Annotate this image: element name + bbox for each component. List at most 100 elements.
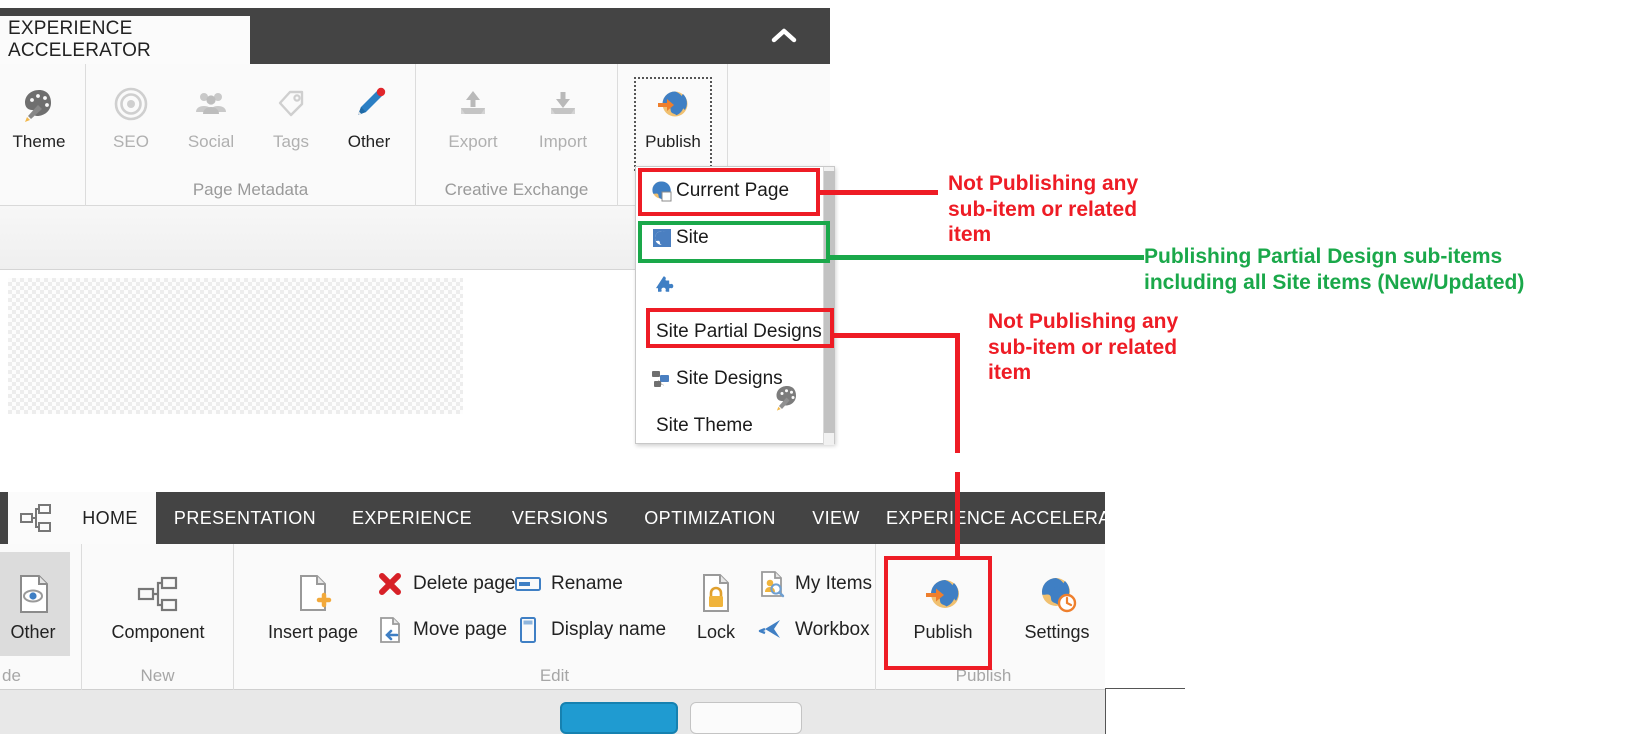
move-page-icon [376, 616, 404, 644]
globe-publish-icon [653, 78, 693, 130]
tab-home[interactable]: HOME [64, 492, 156, 544]
red-x-icon [376, 570, 404, 598]
page-eye-icon [13, 566, 53, 622]
ribbon-group-edit-label: Edit [539, 666, 570, 685]
publish-button-top[interactable]: Publish [634, 77, 712, 171]
target-icon [111, 78, 151, 130]
my-items-icon [758, 570, 786, 598]
annotation-box-site-partial-designs [646, 308, 834, 348]
lock-button-label: Lock [696, 621, 736, 642]
seo-button-label: SEO [113, 132, 149, 151]
annotation-text-site-partial-designs: Not Publishing any sub-item or related i… [988, 310, 1179, 385]
tab-versions[interactable]: VERSIONS [492, 492, 628, 544]
lock-button[interactable]: Lock [674, 552, 758, 656]
annotation-leader-partial-v-bottom [955, 472, 960, 560]
annotation-leader-partial-v-top [955, 333, 960, 453]
workbox-icon [758, 616, 786, 644]
export-button-label: Export [448, 132, 498, 151]
publish-settings-button[interactable]: Settings [1002, 552, 1112, 656]
right-panel-frame [1105, 688, 1185, 734]
ribbon-group-theme: Theme [0, 64, 86, 206]
ribbon-group-creative-exchange: Export Import Creative Exchange [416, 64, 618, 206]
annotation-leader-site [828, 255, 1144, 260]
chevron-up-icon[interactable] [768, 22, 800, 50]
tab-presentation-label: PRESENTATION [173, 507, 317, 528]
ribbon-group-new: Component New [82, 544, 234, 690]
lock-page-icon [698, 566, 734, 622]
export-button[interactable]: Export [436, 78, 510, 170]
screenshot-root: EXPERIENCE ACCELERATOR Theme SEO Social … [0, 0, 1638, 734]
move-page-button[interactable]: Move page [376, 610, 507, 650]
rename-button-label: Rename [551, 573, 623, 594]
annotation-box-current-page [638, 168, 820, 216]
tab-experience-label: EXPERIENCE [351, 507, 473, 528]
sitemap-icon[interactable] [8, 492, 64, 544]
tab-view-label: VIEW [812, 507, 860, 528]
tab-optimization[interactable]: OPTIMIZATION [628, 492, 792, 544]
theme-button[interactable]: Theme [2, 78, 76, 170]
component-button[interactable]: Component [111, 552, 205, 656]
tag-icon [271, 78, 311, 130]
ribbon-group-mode-label: de [2, 666, 21, 685]
tab-experience-accelerator-bottom[interactable]: EXPERIENCE ACCELERATOR [886, 492, 1149, 544]
insert-page-button[interactable]: Insert page [258, 552, 368, 656]
tags-button-label: Tags [273, 132, 309, 151]
designs-icon [650, 367, 674, 391]
annotation-box-publish-bottom [884, 556, 992, 670]
top-ribbon-tabbar: EXPERIENCE ACCELERATOR [0, 8, 830, 64]
export-up-icon [453, 78, 493, 130]
other-button[interactable]: Other [332, 78, 406, 170]
ribbon-group-edit: Insert page Delete page Move page Rename… [234, 544, 876, 690]
annotation-text-site: Publishing Partial Design sub-items incl… [1144, 245, 1525, 294]
annotation-box-site [638, 221, 830, 263]
insert-page-icon [293, 566, 333, 622]
seo-button[interactable]: SEO [94, 78, 168, 170]
display-name-button-label: Display name [551, 619, 667, 640]
my-items-button-label: My Items [795, 573, 873, 594]
ribbon-group-new-label: New [140, 666, 175, 685]
ribbon-group-mode: Other de [0, 544, 82, 690]
import-down-icon [543, 78, 583, 130]
tab-experience-accelerator-bottom-label: EXPERIENCE ACCELERATOR [886, 507, 1149, 528]
ribbon-footer [0, 690, 1105, 734]
rename-button[interactable]: Rename [514, 564, 623, 604]
publish-button-top-label: Publish [645, 132, 701, 151]
dropdown-scrollbar-thumb[interactable] [824, 171, 835, 433]
people-icon [191, 78, 231, 130]
annotation-text-current-page: Not Publishing any sub-item or related i… [948, 172, 1139, 247]
ribbon-group-page-metadata: SEO Social Tags Other Page Metadata [86, 64, 416, 206]
annotation-leader-current-page [818, 190, 938, 195]
annotation-leader-partial-h [832, 333, 960, 338]
other-mode-button[interactable]: Other [0, 552, 70, 656]
tab-experience[interactable]: EXPERIENCE [332, 492, 492, 544]
tab-view[interactable]: VIEW [792, 492, 880, 544]
menu-item-site-designs[interactable]: Site Designs [636, 355, 834, 402]
secondary-action-button[interactable] [690, 702, 802, 734]
import-button[interactable]: Import [526, 78, 600, 170]
tab-optimization-label: OPTIMIZATION [644, 507, 776, 528]
workbox-button[interactable]: Workbox [758, 610, 870, 650]
workbox-button-label: Workbox [795, 619, 870, 640]
puzzle-icon [652, 273, 676, 297]
social-button-label: Social [187, 132, 235, 151]
pencil-icon [349, 78, 389, 130]
delete-page-button[interactable]: Delete page [376, 564, 515, 604]
tab-home-label: HOME [82, 507, 138, 528]
tab-experience-accelerator[interactable]: EXPERIENCE ACCELERATOR [0, 16, 250, 64]
palette-icon [18, 78, 60, 130]
menu-item-site-theme[interactable]: Site Theme [636, 386, 834, 449]
social-button[interactable]: Social [174, 78, 248, 170]
theme-palette-icon [771, 381, 803, 419]
insert-page-button-label: Insert page [267, 621, 359, 642]
move-page-button-label: Move page [413, 619, 508, 640]
my-items-button[interactable]: My Items [758, 564, 872, 604]
menu-item-partial-icon-row[interactable] [636, 261, 834, 308]
ribbon-group-creative-exchange-label: Creative Exchange [444, 180, 589, 199]
tab-presentation[interactable]: PRESENTATION [160, 492, 330, 544]
tags-button[interactable]: Tags [254, 78, 328, 170]
delete-page-button-label: Delete page [413, 573, 516, 594]
primary-action-button[interactable] [560, 702, 678, 734]
dropdown-scrollbar[interactable] [823, 167, 835, 445]
menu-item-site-designs-label: Site Designs [676, 367, 783, 389]
display-name-button[interactable]: Display name [514, 610, 666, 650]
